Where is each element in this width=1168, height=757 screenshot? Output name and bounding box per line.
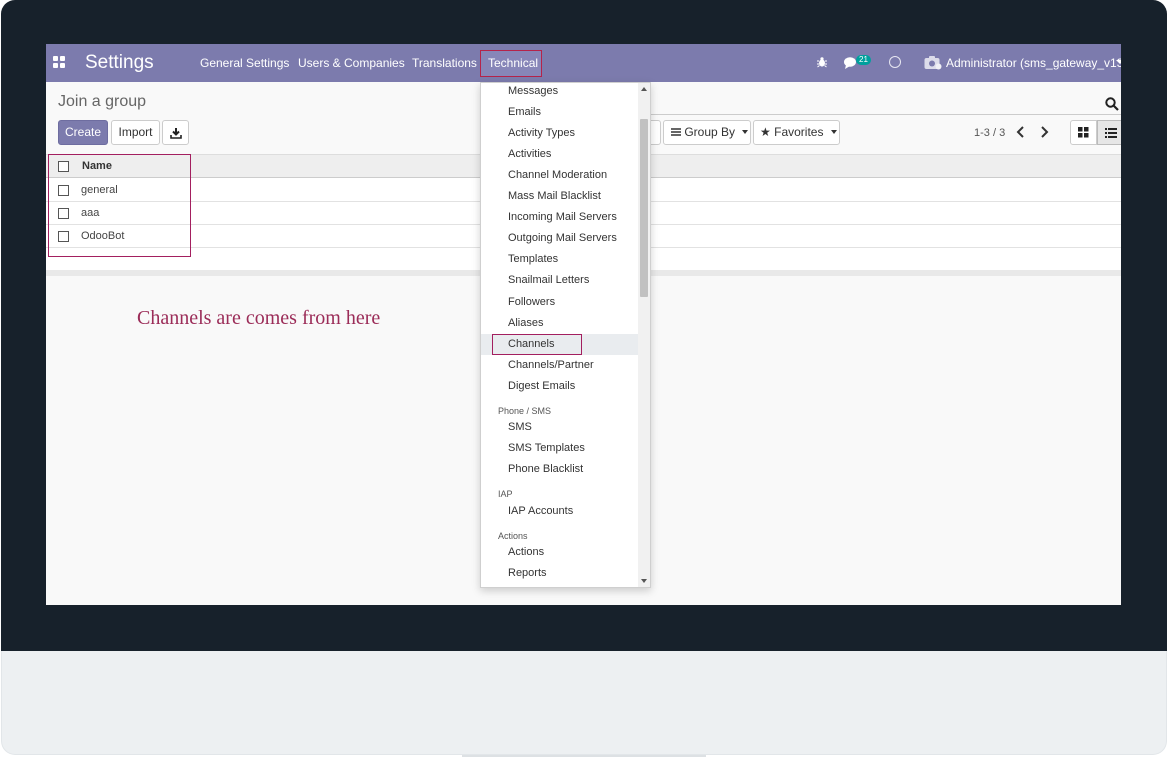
monitor-frame: Settings General Settings Users & Compan… bbox=[0, 0, 1168, 757]
menu-translations[interactable]: Translations bbox=[412, 56, 477, 70]
menu-item-sms[interactable]: SMS bbox=[508, 421, 532, 433]
menu-item-iap-accounts[interactable]: IAP Accounts bbox=[508, 505, 573, 517]
menu-section-phone-sms: Phone / SMS bbox=[498, 405, 552, 416]
list-view-button[interactable] bbox=[1097, 120, 1121, 145]
menu-item-sms-templates[interactable]: SMS Templates bbox=[508, 442, 585, 454]
apps-menu-icon[interactable] bbox=[53, 56, 65, 68]
menu-item-activities[interactable]: Activities bbox=[508, 148, 551, 160]
search-icon[interactable] bbox=[1105, 97, 1119, 111]
menu-item-outgoing-mail-servers[interactable]: Outgoing Mail Servers bbox=[508, 232, 617, 244]
kanban-grid-icon bbox=[1078, 127, 1089, 138]
star-icon: ★ bbox=[760, 125, 771, 139]
menu-item-channels-partner[interactable]: Channels/Partner bbox=[508, 359, 594, 371]
search-input[interactable] bbox=[651, 114, 1121, 115]
menu-item-mass-mail-blacklist[interactable]: Mass Mail Blacklist bbox=[508, 190, 601, 202]
debug-bug-icon[interactable] bbox=[816, 56, 828, 68]
download-icon bbox=[169, 128, 182, 139]
app-screen: Settings General Settings Users & Compan… bbox=[46, 44, 1121, 605]
user-menu[interactable]: Administrator (sms_gateway_v13) bbox=[946, 56, 1121, 70]
favorites-label: Favorites bbox=[774, 125, 824, 139]
favorites-button[interactable]: ★ Favorites bbox=[753, 120, 840, 145]
company-switcher-camera-icon[interactable] bbox=[924, 55, 942, 70]
menu-general-settings[interactable]: General Settings bbox=[200, 56, 289, 70]
menu-item-messages[interactable]: Messages bbox=[508, 85, 558, 97]
menu-item-digest-emails[interactable]: Digest Emails bbox=[508, 380, 575, 392]
create-button[interactable]: Create bbox=[58, 120, 108, 145]
export-download-button[interactable] bbox=[162, 120, 189, 145]
technical-dropdown-menu: Messages Emails Activity Types Activities Ch… bbox=[480, 82, 651, 588]
kanban-view-button[interactable] bbox=[1070, 120, 1097, 145]
list-bars-icon bbox=[671, 128, 681, 136]
activity-clock-icon[interactable] bbox=[889, 56, 901, 68]
menu-section-iap: IAP bbox=[498, 489, 513, 500]
caret-down-icon bbox=[830, 129, 837, 134]
menu-users-companies[interactable]: Users & Companies bbox=[298, 56, 405, 70]
menu-item-followers[interactable]: Followers bbox=[508, 296, 555, 308]
menu-item-channel-moderation[interactable]: Channel Moderation bbox=[508, 169, 607, 181]
pager-next-icon[interactable] bbox=[1039, 126, 1049, 138]
monitor-chin bbox=[1, 651, 1167, 755]
pager-value: 1-3 / 3 bbox=[974, 127, 1006, 139]
menu-item-templates[interactable]: Templates bbox=[508, 253, 558, 265]
menu-item-snailmail-letters[interactable]: Snailmail Letters bbox=[508, 274, 589, 286]
pager-previous-icon[interactable] bbox=[1016, 126, 1026, 138]
group-by-button[interactable]: Group By bbox=[663, 120, 751, 145]
main-navbar: Settings General Settings Users & Compan… bbox=[46, 44, 1121, 82]
caret-down-icon bbox=[742, 129, 749, 134]
menu-item-reports[interactable]: Reports bbox=[508, 567, 547, 579]
scrollbar-thumb[interactable] bbox=[640, 119, 648, 297]
menu-item-aliases[interactable]: Aliases bbox=[508, 317, 543, 329]
menu-section-actions: Actions bbox=[498, 530, 528, 541]
menu-item-emails[interactable]: Emails bbox=[508, 106, 541, 118]
menu-technical[interactable]: Technical bbox=[488, 56, 538, 70]
app-title: Settings bbox=[85, 52, 154, 73]
group-by-label: Group By bbox=[684, 125, 736, 139]
dropdown-scrollbar[interactable] bbox=[638, 83, 650, 587]
menu-item-incoming-mail-servers[interactable]: Incoming Mail Servers bbox=[508, 211, 617, 223]
rows-highlight-box bbox=[48, 154, 191, 257]
breadcrumb: Join a group bbox=[58, 93, 147, 110]
chat-counter-badge: 21 bbox=[856, 55, 871, 65]
user-caret-icon bbox=[1116, 60, 1121, 64]
import-button[interactable]: Import bbox=[111, 120, 160, 145]
menu-item-channels[interactable]: Channels bbox=[508, 338, 554, 350]
menu-item-actions[interactable]: Actions bbox=[508, 546, 544, 558]
menu-item-phone-blacklist[interactable]: Phone Blacklist bbox=[508, 463, 583, 475]
menu-item-activity-types[interactable]: Activity Types bbox=[508, 127, 575, 139]
scroll-up-icon[interactable] bbox=[641, 87, 647, 91]
annotation-text: Channels are comes from here bbox=[137, 307, 381, 329]
scroll-down-icon[interactable] bbox=[641, 579, 647, 583]
list-view-icon bbox=[1105, 128, 1117, 138]
